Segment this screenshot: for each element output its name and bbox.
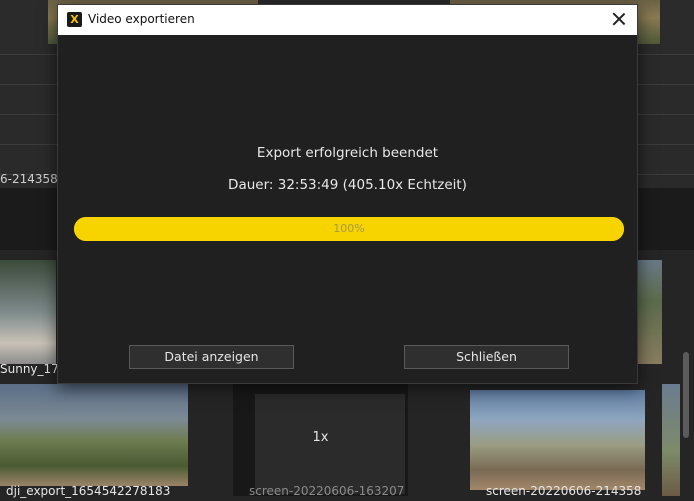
media-thumbnail[interactable]: [638, 260, 662, 364]
media-thumbnail[interactable]: [662, 384, 680, 496]
media-item-label: Sunny_17-: [0, 362, 64, 376]
media-scrollbar[interactable]: [683, 352, 689, 438]
close-icon[interactable]: [609, 9, 629, 29]
media-thumbnail[interactable]: [0, 260, 56, 364]
progress-percent-label: 100%: [333, 222, 365, 235]
close-button[interactable]: Schließen: [404, 345, 569, 369]
timeline-clip-label: 6-214358: [0, 172, 58, 186]
media-thumbnail[interactable]: [0, 384, 188, 486]
media-thumbnail[interactable]: [470, 390, 645, 490]
export-success-message: Export erfolgreich beendet: [256, 145, 439, 161]
app-window: 6-214358 Sunny_17- dji_export_1654542278…: [0, 0, 694, 501]
playback-speed-badge: 1x: [312, 430, 329, 445]
dialog-title: Video exportieren: [88, 12, 195, 26]
dialog-titlebar[interactable]: X Video exportieren: [58, 5, 637, 35]
media-item-label: dji_export_1654542278183: [6, 484, 171, 498]
media-item-label: screen-20220606-163207: [249, 484, 405, 498]
export-duration-text: Dauer: 32:53:49 (405.10x Echtzeit): [228, 177, 467, 193]
app-logo-icon: X: [67, 12, 82, 27]
export-progress-bar: 100%: [74, 217, 624, 241]
export-dialog: X Video exportieren Export erfolgreich b…: [57, 4, 638, 384]
media-thumbnail[interactable]: 1x: [233, 384, 408, 496]
show-file-button[interactable]: Datei anzeigen: [129, 345, 294, 369]
media-item-label: screen-20220606-214358: [486, 484, 642, 498]
